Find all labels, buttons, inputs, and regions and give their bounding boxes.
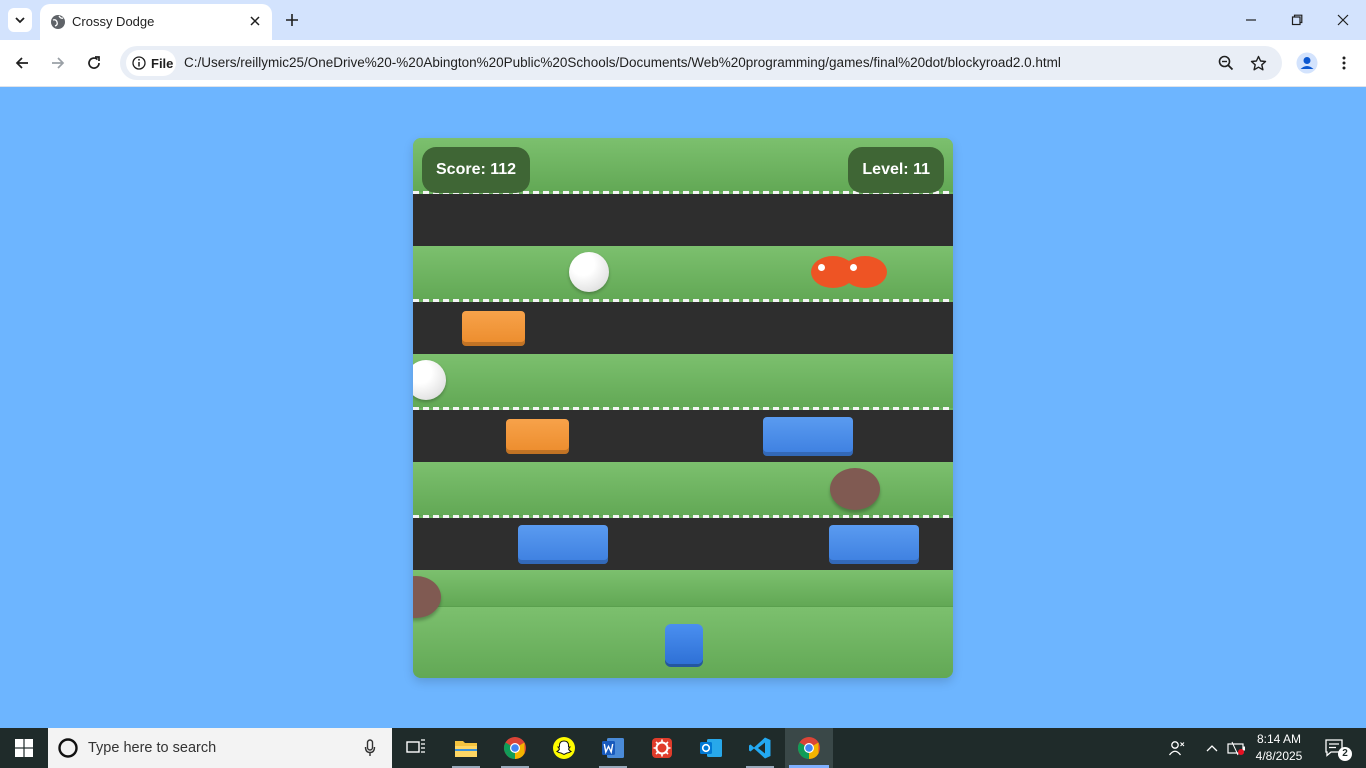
address-bar[interactable]: File C:/Users/reillymic25/OneDrive%20-%2… [120,46,1282,80]
score-display: Score: 112 [422,147,531,193]
outlook-icon [700,739,722,757]
road-lane [413,194,953,246]
blue-car [763,417,853,456]
taskbar-search[interactable]: Type here to search [48,728,392,768]
file-explorer-app[interactable] [442,728,490,768]
folder-icon [455,741,477,757]
word-icon [602,738,624,758]
tab-title: Crossy Dodge [72,14,155,29]
more-vert-icon [1342,56,1346,70]
new-tab-button[interactable] [282,10,302,30]
tab-search-button[interactable] [8,8,32,32]
system-clock[interactable]: 8:14 AM 4/8/2025 [1248,731,1310,765]
chrome-app-active[interactable] [785,728,833,768]
chevron-down-icon [15,17,25,24]
red-blob-obstacle [843,256,887,288]
chevron-up-icon [1206,745,1218,752]
search-placeholder: Type here to search [88,740,217,756]
clock-time: 8:14 AM [1256,732,1302,746]
minimize-icon [1246,19,1256,21]
forward-button[interactable] [45,50,71,76]
browser-tab[interactable]: Crossy Dodge [40,4,272,40]
back-button[interactable] [9,50,35,76]
globe-icon [51,15,65,29]
task-view-icon [406,739,425,753]
grass-lane [413,354,953,408]
rock-obstacle [830,468,880,510]
vscode-app[interactable] [736,728,784,768]
red-app[interactable] [638,728,686,768]
close-icon [250,16,260,26]
people-icon [1168,741,1185,756]
menu-button[interactable] [1331,50,1357,76]
site-info-label: File [151,55,174,71]
chrome-app[interactable] [491,728,539,768]
show-hidden-icons-button[interactable] [1202,728,1222,768]
browser-toolbar: File C:/Users/reillymic25/OneDrive%20-%2… [0,40,1366,87]
blue-car [829,525,919,564]
clock-date: 4/8/2025 [1255,749,1303,763]
site-info-chip[interactable]: File [126,50,176,76]
cortana-icon [58,738,78,758]
close-window-button[interactable] [1320,0,1366,40]
white-ball-obstacle [569,252,609,292]
battery-button[interactable] [1226,728,1248,768]
orange-car [462,311,525,346]
taskbar: Type here to search 8:14 AM 4/8/2025 2 [0,728,1366,768]
blob-eye [818,264,825,271]
orange-car [506,419,569,454]
vscode-icon [749,737,771,759]
people-button[interactable] [1164,728,1190,768]
app-gear-icon [652,738,672,758]
minimize-button[interactable] [1228,0,1274,40]
task-view-button[interactable] [392,728,440,768]
player-block[interactable] [665,624,703,664]
restore-icon [1291,14,1303,26]
game-board[interactable]: Score: 112 Level: 11 [413,138,953,678]
chrome-icon [504,737,526,759]
zoom-button[interactable] [1216,53,1236,73]
bookmark-button[interactable] [1248,53,1268,73]
arrow-right-icon [52,57,65,69]
blob-eye [850,264,857,271]
browser-tab-bar: Crossy Dodge [0,0,1366,40]
info-icon [132,56,146,70]
level-display: Level: 11 [848,147,944,193]
grass-lane [413,570,953,606]
close-icon [1337,14,1349,26]
battery-icon [1227,741,1245,756]
star-icon [1250,55,1266,70]
outlook-app[interactable] [687,728,735,768]
chrome-icon [798,737,820,759]
restore-button[interactable] [1274,0,1320,40]
windows-icon [15,739,33,757]
tab-close-button[interactable] [246,12,264,30]
start-button[interactable] [0,728,48,768]
microphone-icon [364,739,376,756]
reload-button[interactable] [81,50,107,76]
notification-count: 2 [1338,747,1352,761]
notification-center-button[interactable]: 2 [1318,728,1352,768]
profile-icon [1296,52,1318,74]
snapchat-icon [553,737,575,759]
word-app[interactable] [589,728,637,768]
reload-icon [88,56,100,69]
zoom-out-icon [1218,55,1234,71]
snapchat-app[interactable] [540,728,588,768]
url-text: C:/Users/reillymic25/OneDrive%20-%20Abin… [184,55,1061,70]
plus-icon [286,14,298,26]
profile-button[interactable] [1294,50,1320,76]
blue-car [518,525,608,564]
arrow-left-icon [15,57,28,69]
road-lane [413,410,953,462]
